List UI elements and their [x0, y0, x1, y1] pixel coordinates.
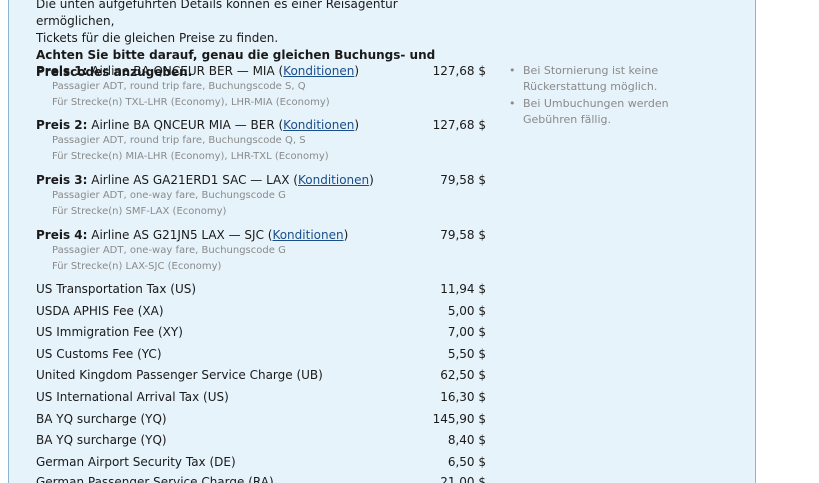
tax-amount: 62,50 $: [440, 368, 486, 382]
intro-line-1: Die unten aufgeführten Details können es…: [36, 0, 398, 28]
tax-name: BA YQ surcharge (YQ): [36, 433, 167, 447]
fare-header: Preis 3: Airline AS GA21ERD1 SAC — LAX (…: [36, 172, 496, 188]
fare-route: Airline AS GA21ERD1 SAC — LAX (: [91, 173, 298, 187]
tax-row: US Transportation Tax (US) 11,94 $: [36, 281, 486, 297]
conditions-link[interactable]: Konditionen: [283, 118, 354, 132]
bullet-icon: •: [509, 97, 516, 110]
tax-row: USDA APHIS Fee (XA) 5,00 $: [36, 303, 486, 319]
tax-name: US International Arrival Tax (US): [36, 390, 229, 404]
fare-amount: 127,68 $: [432, 118, 486, 132]
fare-segment-detail: Für Strecke(n) SMF-LAX (Economy): [52, 206, 227, 217]
fare-label: Preis 3:: [36, 173, 88, 187]
bullet-icon: •: [509, 64, 516, 77]
tax-amount: 16,30 $: [440, 390, 486, 404]
fare-route: Airline BA QNCEUR MIA — BER (: [91, 118, 284, 132]
tax-name: USDA APHIS Fee (XA): [36, 304, 164, 318]
fare-passenger-detail: Passagier ADT, round trip fare, Buchungs…: [52, 81, 306, 92]
fare-label: Preis 1:: [36, 64, 88, 78]
tax-row: US Customs Fee (YC) 5,50 $: [36, 346, 486, 362]
tax-name: German Passenger Service Charge (RA): [36, 475, 274, 483]
tax-amount: 11,94 $: [440, 282, 486, 296]
note-item: • Bei Stornierung ist keine Rückerstattu…: [508, 63, 678, 95]
tax-amount: 5,50 $: [447, 347, 486, 361]
note-text: Bei Umbuchungen werden Gebühren fällig.: [523, 97, 669, 126]
tax-name: US Immigration Fee (XY): [36, 325, 183, 339]
fare-amount: 79,58 $: [440, 228, 486, 242]
tax-amount: 7,00 $: [447, 325, 486, 339]
fare-passenger-detail: Passagier ADT, one-way fare, Buchungscod…: [52, 190, 286, 201]
fare-block: Preis 1: Airline BA QNCEUR BER — MIA (Ko…: [36, 63, 496, 111]
conditions-link[interactable]: Konditionen: [298, 173, 369, 187]
fare-segment-detail: Für Strecke(n) MIA-LHR (Economy), LHR-TX…: [52, 151, 329, 162]
fare-passenger-detail: Passagier ADT, round trip fare, Buchungs…: [52, 135, 306, 146]
tax-row: BA YQ surcharge (YQ) 8,40 $: [36, 432, 486, 448]
fare-route: Airline AS G21JN5 LAX — SJC (: [91, 228, 273, 242]
tax-name: US Customs Fee (YC): [36, 347, 162, 361]
fare-header: Preis 2: Airline BA QNCEUR MIA — BER (Ko…: [36, 117, 496, 133]
tax-name: BA YQ surcharge (YQ): [36, 412, 167, 426]
fare-amount: 79,58 $: [440, 173, 486, 187]
fare-block: Preis 4: Airline AS G21JN5 LAX — SJC (Ko…: [36, 227, 496, 275]
tax-name: United Kingdom Passenger Service Charge …: [36, 368, 323, 382]
tax-name: German Airport Security Tax (DE): [36, 455, 236, 469]
fare-header: Preis 1: Airline BA QNCEUR BER — MIA (Ko…: [36, 63, 496, 79]
fare-segment-detail: Für Strecke(n) TXL-LHR (Economy), LHR-MI…: [52, 97, 330, 108]
tax-amount: 6,50 $: [447, 455, 486, 469]
tax-row: United Kingdom Passenger Service Charge …: [36, 367, 486, 383]
fare-block: Preis 3: Airline AS GA21ERD1 SAC — LAX (…: [36, 172, 496, 220]
fare-route: Airline BA QNCEUR BER — MIA (: [91, 64, 284, 78]
fare-header: Preis 4: Airline AS G21JN5 LAX — SJC (Ko…: [36, 227, 496, 243]
tax-amount: 21,00 $: [440, 475, 486, 483]
conditions-link[interactable]: Konditionen: [272, 228, 343, 242]
tax-row: US Immigration Fee (XY) 7,00 $: [36, 324, 486, 340]
tax-name: US Transportation Tax (US): [36, 282, 197, 296]
note-text: Bei Stornierung ist keine Rückerstattung…: [523, 64, 659, 93]
fare-notes: • Bei Stornierung ist keine Rückerstattu…: [508, 63, 678, 129]
tax-amount: 145,90 $: [432, 412, 486, 426]
fare-amount: 127,68 $: [432, 64, 486, 78]
conditions-link[interactable]: Konditionen: [283, 64, 354, 78]
tax-row: German Passenger Service Charge (RA) 21,…: [36, 474, 486, 483]
intro-line-2: Tickets für die gleichen Preise zu finde…: [36, 31, 279, 45]
tax-amount: 5,00 $: [447, 304, 486, 318]
fare-route-close: ): [354, 64, 360, 78]
fare-passenger-detail: Passagier ADT, one-way fare, Buchungscod…: [52, 245, 286, 256]
note-item: • Bei Umbuchungen werden Gebühren fällig…: [508, 96, 678, 128]
fare-route-close: ): [369, 173, 374, 187]
tax-row: BA YQ surcharge (YQ) 145,90 $: [36, 411, 486, 427]
tax-row: US International Arrival Tax (US) 16,30 …: [36, 389, 486, 405]
fare-route-close: ): [343, 228, 349, 242]
fare-segment-detail: Für Strecke(n) LAX-SJC (Economy): [52, 261, 222, 272]
fare-label: Preis 2:: [36, 118, 88, 132]
tax-amount: 8,40 $: [447, 433, 486, 447]
fare-label: Preis 4:: [36, 228, 88, 242]
tax-row: German Airport Security Tax (DE) 6,50 $: [36, 454, 486, 470]
fare-block: Preis 2: Airline BA QNCEUR MIA — BER (Ko…: [36, 117, 496, 165]
fare-route-close: ): [354, 118, 360, 132]
